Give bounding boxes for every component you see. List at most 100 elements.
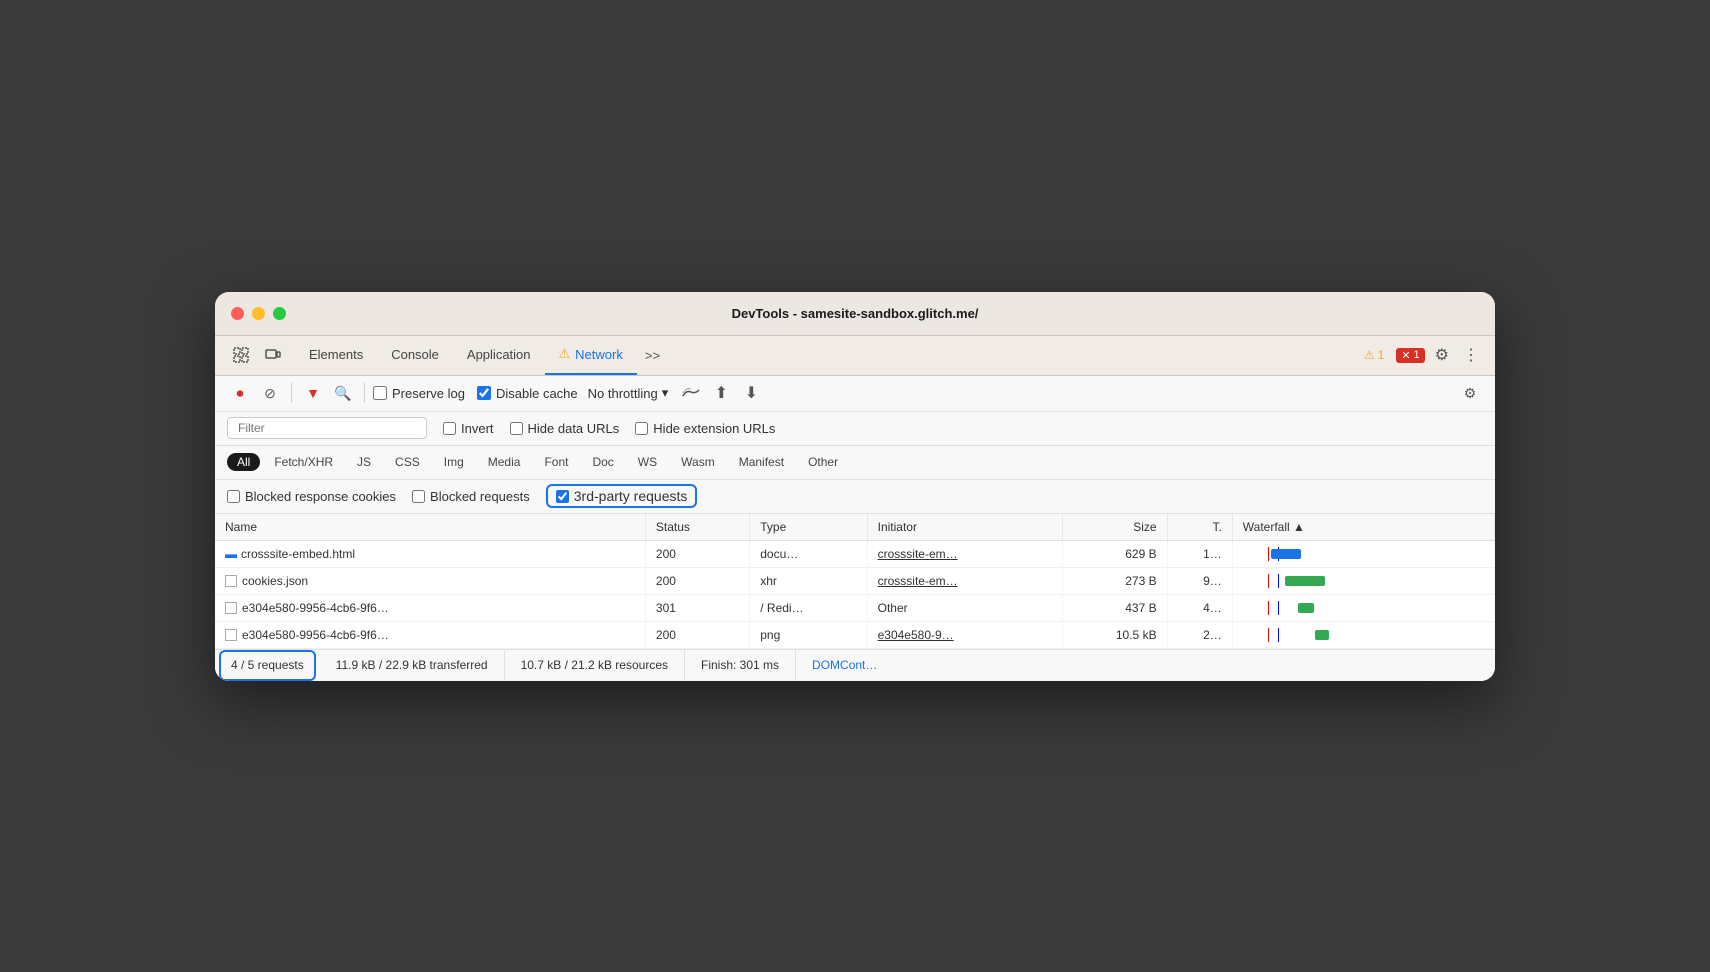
type-filter-css[interactable]: CSS (385, 453, 430, 471)
cell-time: 9… (1167, 567, 1232, 594)
network-warning-icon: ⚠ (559, 346, 571, 362)
cell-size: 273 B (1063, 567, 1167, 594)
blocked-requests-label[interactable]: Blocked requests (412, 489, 530, 504)
throttle-select[interactable]: No throttling ▾ (582, 383, 675, 403)
waterfall-red-line (1268, 601, 1269, 615)
filter-input[interactable] (227, 417, 427, 439)
type-filter-manifest[interactable]: Manifest (729, 453, 794, 471)
network-conditions-icon[interactable] (678, 380, 704, 406)
col-initiator[interactable]: Initiator (867, 514, 1063, 541)
warning-badge: ⚠ 1 (1358, 346, 1390, 364)
tab-console[interactable]: Console (377, 335, 453, 375)
network-table: Name Status Type Initiator Size T. Water… (215, 514, 1495, 649)
third-party-checkbox[interactable] (556, 490, 569, 503)
col-size[interactable]: Size (1063, 514, 1167, 541)
cell-type: xhr (750, 567, 867, 594)
hide-extension-urls-label[interactable]: Hide extension URLs (635, 421, 775, 436)
maximize-button[interactable] (273, 307, 286, 320)
filter-icon[interactable]: ▼ (300, 380, 326, 406)
cell-time: 1… (1167, 540, 1232, 567)
clear-button[interactable]: ⊘ (257, 380, 283, 406)
stop-recording-button[interactable]: ⏺ (227, 380, 253, 406)
domcontent-time: DOMCont… (796, 658, 893, 672)
tab-elements[interactable]: Elements (295, 335, 377, 375)
cell-waterfall (1232, 567, 1494, 594)
transferred-size: 11.9 kB / 22.9 kB transferred (320, 650, 505, 681)
download-icon[interactable]: ⬇ (738, 380, 764, 406)
initiator-link[interactable]: crosssite-em… (878, 574, 958, 588)
checkbox-icon (225, 602, 237, 614)
tab-application[interactable]: Application (453, 335, 545, 375)
type-filter-media[interactable]: Media (478, 453, 531, 471)
col-time[interactable]: T. (1167, 514, 1232, 541)
blocked-row: Blocked response cookies Blocked request… (215, 480, 1495, 514)
table-header: Name Status Type Initiator Size T. Water… (215, 514, 1495, 541)
sort-asc-icon: ▲ (1293, 520, 1305, 534)
blocked-response-cookies-checkbox[interactable] (227, 490, 240, 503)
device-icon[interactable] (259, 341, 287, 369)
hide-data-urls-checkbox[interactable] (510, 422, 523, 435)
table-row[interactable]: ▬crosssite-embed.html200docu…crosssite-e… (215, 540, 1495, 567)
cell-name: cookies.json (215, 567, 645, 594)
waterfall-bar (1285, 576, 1325, 586)
tab-network[interactable]: ⚠ Network (545, 335, 637, 375)
type-filter-fetch[interactable]: Fetch/XHR (264, 453, 343, 471)
cell-waterfall (1232, 540, 1494, 567)
status-bar: 4 / 5 requests 11.9 kB / 22.9 kB transfe… (215, 649, 1495, 681)
toolbar-row: ⏺ ⊘ ▼ 🔍 Preserve log Disable cache No th… (215, 376, 1495, 412)
blocked-response-cookies-label[interactable]: Blocked response cookies (227, 489, 396, 504)
cell-status: 301 (645, 594, 749, 621)
traffic-lights (231, 307, 286, 320)
cell-time: 4… (1167, 594, 1232, 621)
cell-status: 200 (645, 567, 749, 594)
table-body: ▬crosssite-embed.html200docu…crosssite-e… (215, 540, 1495, 648)
cell-waterfall (1232, 594, 1494, 621)
cell-initiator: Other (867, 594, 1063, 621)
toolbar-divider-1 (291, 383, 292, 403)
more-options-icon[interactable]: ⋮ (1459, 341, 1483, 369)
type-filter-js[interactable]: JS (347, 453, 381, 471)
table-row[interactable]: e304e580-9956-4cb6-9f6…301/ Redi…Other43… (215, 594, 1495, 621)
invert-checkbox[interactable] (443, 422, 456, 435)
third-party-label[interactable]: 3rd-party requests (546, 484, 698, 508)
cell-name: e304e580-9956-4cb6-9f6… (215, 621, 645, 648)
waterfall-blue-line (1278, 601, 1279, 615)
table-row[interactable]: e304e580-9956-4cb6-9f6…200pnge304e580-9…… (215, 621, 1495, 648)
type-filter-ws[interactable]: WS (628, 453, 667, 471)
preserve-log-label[interactable]: Preserve log (373, 386, 465, 401)
col-name[interactable]: Name (215, 514, 645, 541)
cell-status: 200 (645, 540, 749, 567)
col-type[interactable]: Type (750, 514, 867, 541)
invert-label[interactable]: Invert (443, 421, 494, 436)
hide-extension-urls-checkbox[interactable] (635, 422, 648, 435)
disable-cache-checkbox[interactable] (477, 386, 491, 400)
disable-cache-label[interactable]: Disable cache (477, 386, 578, 401)
type-filter-img[interactable]: Img (434, 453, 474, 471)
upload-icon[interactable]: ⬆ (708, 380, 734, 406)
col-status[interactable]: Status (645, 514, 749, 541)
col-waterfall[interactable]: Waterfall ▲ (1232, 514, 1494, 541)
initiator-link[interactable]: crosssite-em… (878, 547, 958, 561)
table-row[interactable]: cookies.json200xhr crosssite-em… 273 B9… (215, 567, 1495, 594)
cell-name: ▬crosssite-embed.html (215, 540, 645, 567)
cell-type: png (750, 621, 867, 648)
inspect-icon[interactable] (227, 341, 255, 369)
type-filter-other[interactable]: Other (798, 453, 848, 471)
preserve-log-checkbox[interactable] (373, 386, 387, 400)
minimize-button[interactable] (252, 307, 265, 320)
blocked-requests-checkbox[interactable] (412, 490, 425, 503)
type-filter-wasm[interactable]: Wasm (671, 453, 725, 471)
filter-row: Invert Hide data URLs Hide extension URL… (215, 412, 1495, 446)
tab-more[interactable]: >> (637, 335, 668, 375)
type-filter-row: All Fetch/XHR JS CSS Img Media Font Doc … (215, 446, 1495, 480)
type-filter-all[interactable]: All (227, 453, 260, 471)
initiator-link[interactable]: e304e580-9… (878, 628, 954, 642)
type-filter-doc[interactable]: Doc (582, 453, 623, 471)
waterfall-red-line (1268, 547, 1269, 561)
hide-data-urls-label[interactable]: Hide data URLs (510, 421, 620, 436)
network-settings-icon[interactable]: ⚙ (1457, 380, 1483, 406)
search-icon[interactable]: 🔍 (330, 380, 356, 406)
settings-icon[interactable]: ⚙ (1431, 341, 1453, 369)
close-button[interactable] (231, 307, 244, 320)
type-filter-font[interactable]: Font (534, 453, 578, 471)
